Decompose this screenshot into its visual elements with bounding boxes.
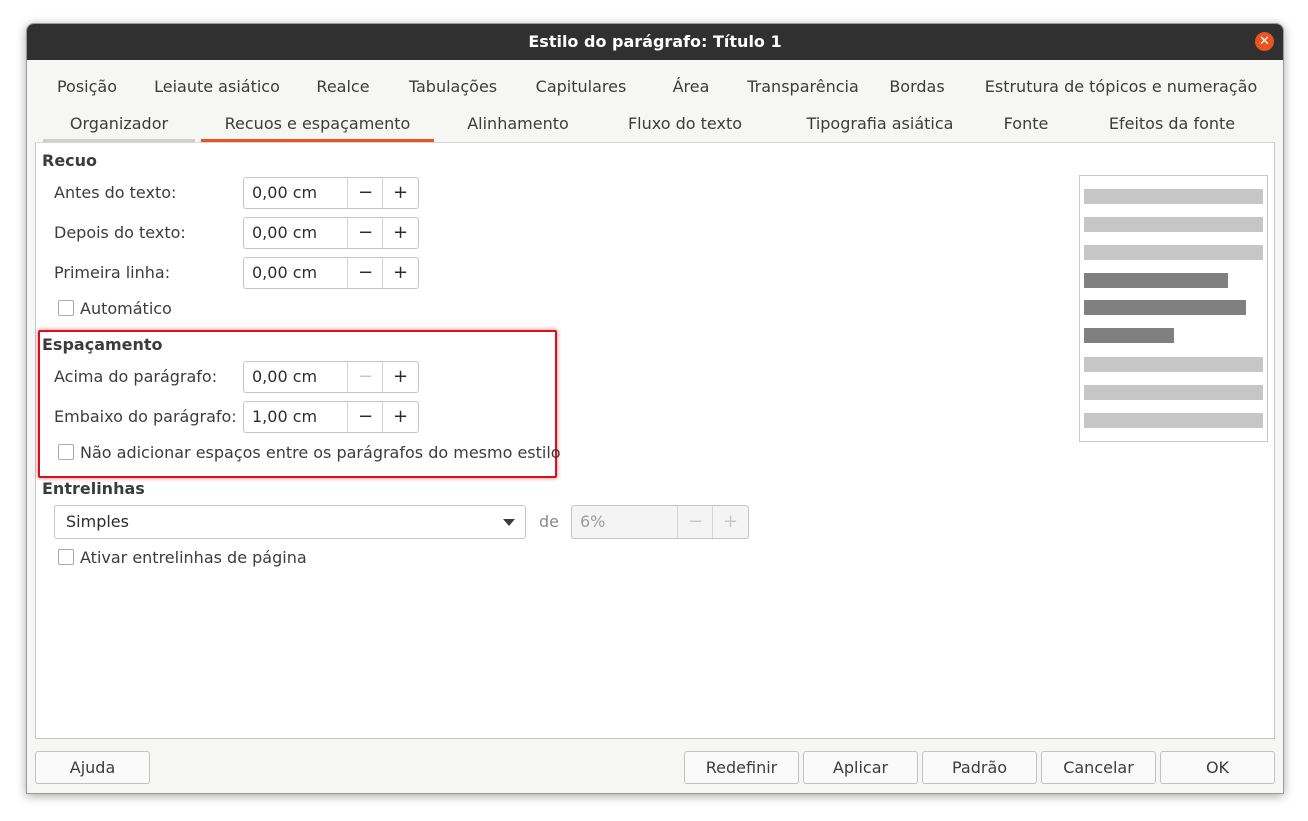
- automatico-checkbox[interactable]: [58, 300, 74, 316]
- tab-recuos-espacamento[interactable]: Recuos e espaçamento: [201, 106, 434, 142]
- entrelinhas-heading: Entrelinhas: [42, 479, 145, 498]
- tab-leiaute-asiatico[interactable]: Leiaute asiático: [145, 72, 289, 102]
- embaixo-spinner: 1,00 cm − +: [243, 401, 419, 433]
- tab-estrutura-topicos[interactable]: Estrutura de tópicos e numeração: [983, 72, 1259, 102]
- entrelinhas-select[interactable]: Simples: [54, 505, 526, 539]
- paragraph-preview: [1079, 175, 1268, 442]
- tab-tabulacoes[interactable]: Tabulações: [401, 72, 505, 102]
- apply-button[interactable]: Aplicar: [803, 751, 918, 784]
- nao-adicionar-label: Não adicionar espaços entre os parágrafo…: [80, 443, 561, 462]
- tab-fluxo-texto[interactable]: Fluxo do texto: [613, 106, 757, 142]
- reset-button[interactable]: Redefinir: [684, 751, 799, 784]
- acima-input[interactable]: 0,00 cm: [252, 362, 317, 392]
- help-button[interactable]: Ajuda: [35, 751, 150, 784]
- acima-spinner: 0,00 cm − +: [243, 361, 419, 393]
- chevron-down-icon: [503, 519, 515, 526]
- window-title: Estilo do parágrafo: Título 1: [528, 32, 782, 51]
- tab-row-1: Posição Leiaute asiático Realce Tabulaçõ…: [35, 72, 1275, 102]
- depois-label: Depois do texto:: [54, 223, 186, 242]
- automatico-label: Automático: [80, 299, 172, 318]
- increment-button[interactable]: +: [382, 258, 418, 288]
- depois-input[interactable]: 0,00 cm: [252, 218, 317, 248]
- depois-spinner: 0,00 cm − +: [243, 217, 419, 249]
- preview-line: [1084, 245, 1263, 260]
- ativar-entrelinhas-checkbox[interactable]: [58, 549, 74, 565]
- ativar-entrelinhas-option[interactable]: Ativar entrelinhas de página: [58, 548, 307, 567]
- tab-bordas[interactable]: Bordas: [881, 72, 953, 102]
- tab-efeitos-fonte[interactable]: Efeitos da fonte: [1097, 106, 1247, 142]
- primeira-input[interactable]: 0,00 cm: [252, 258, 317, 288]
- increment-button[interactable]: +: [382, 362, 418, 392]
- entrelinhas-select-value: Simples: [66, 512, 129, 531]
- primeira-spinner: 0,00 cm − +: [243, 257, 419, 289]
- tab-capitulares[interactable]: Capitulares: [529, 72, 633, 102]
- increment-button: +: [712, 506, 748, 538]
- preview-line: [1084, 189, 1263, 204]
- decrement-button: −: [677, 506, 713, 538]
- close-icon[interactable]: ✕: [1255, 32, 1274, 51]
- percent-input: 6%: [580, 512, 606, 531]
- recuo-heading: Recuo: [42, 151, 98, 170]
- espacamento-heading: Espaçamento: [42, 335, 163, 354]
- increment-button[interactable]: +: [382, 178, 418, 208]
- title-bar: Estilo do parágrafo: Título 1 ✕: [27, 24, 1283, 60]
- embaixo-input[interactable]: 1,00 cm: [252, 402, 317, 432]
- cancel-button[interactable]: Cancelar: [1041, 751, 1156, 784]
- tab-realce[interactable]: Realce: [303, 72, 383, 102]
- default-button[interactable]: Padrão: [922, 751, 1037, 784]
- primeira-label: Primeira linha:: [54, 263, 171, 282]
- paragraph-style-dialog: Estilo do parágrafo: Título 1 ✕ Posição …: [26, 23, 1284, 794]
- preview-line: [1084, 385, 1263, 400]
- tab-organizador[interactable]: Organizador: [43, 106, 195, 142]
- decrement-button[interactable]: −: [347, 218, 383, 248]
- tab-posicao[interactable]: Posição: [35, 72, 139, 102]
- embaixo-label: Embaixo do parágrafo:: [54, 407, 237, 426]
- tab-transparencia[interactable]: Transparência: [741, 72, 865, 102]
- preview-line: [1084, 328, 1174, 343]
- preview-line: [1084, 217, 1263, 232]
- de-label: de: [539, 512, 559, 531]
- preview-line: [1084, 357, 1263, 372]
- nao-adicionar-checkbox[interactable]: [58, 444, 74, 460]
- increment-button[interactable]: +: [382, 402, 418, 432]
- antes-label: Antes do texto:: [54, 183, 177, 202]
- tab-alinhamento[interactable]: Alinhamento: [451, 106, 585, 142]
- antes-input[interactable]: 0,00 cm: [252, 178, 317, 208]
- increment-button[interactable]: +: [382, 218, 418, 248]
- tab-tipografia-asiatica[interactable]: Tipografia asiática: [791, 106, 969, 142]
- tab-fonte[interactable]: Fonte: [989, 106, 1063, 142]
- decrement-button[interactable]: −: [347, 178, 383, 208]
- antes-spinner: 0,00 cm − +: [243, 177, 419, 209]
- ativar-entrelinhas-label: Ativar entrelinhas de página: [80, 548, 307, 567]
- ok-button[interactable]: OK: [1160, 751, 1275, 784]
- decrement-button[interactable]: −: [347, 402, 383, 432]
- nao-adicionar-option[interactable]: Não adicionar espaços entre os parágrafo…: [58, 443, 561, 462]
- preview-line: [1084, 413, 1263, 428]
- automatico-option[interactable]: Automático: [58, 299, 172, 318]
- decrement-button[interactable]: −: [347, 258, 383, 288]
- preview-line: [1084, 273, 1228, 288]
- decrement-button: −: [347, 362, 383, 392]
- tab-area[interactable]: Área: [657, 72, 725, 102]
- acima-label: Acima do parágrafo:: [54, 367, 218, 386]
- percent-spinner: 6% − +: [571, 505, 749, 539]
- preview-line: [1084, 300, 1246, 315]
- tab-row-2: Organizador Recuos e espaçamento Alinham…: [35, 106, 1275, 142]
